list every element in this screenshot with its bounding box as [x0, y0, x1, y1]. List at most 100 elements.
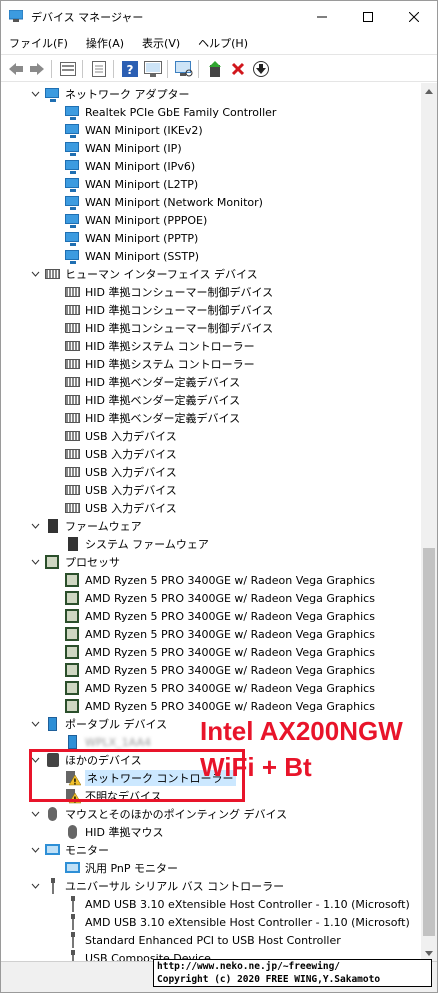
device-item[interactable]: HID 準拠ベンダー定義デバイス	[65, 391, 240, 409]
hid-icon	[65, 302, 81, 318]
toolbar-separator	[51, 60, 52, 78]
device-item[interactable]: HID 準拠システム コントローラー	[65, 355, 255, 373]
chevron-down-icon[interactable]	[29, 844, 41, 856]
chevron-down-icon[interactable]	[29, 556, 41, 568]
device-item[interactable]: システム ファームウェア	[65, 535, 209, 553]
maximize-button[interactable]	[345, 1, 391, 32]
download-button[interactable]	[252, 60, 270, 78]
device-label: AMD USB 3.10 eXtensible Host Controller …	[85, 915, 410, 929]
category-network-adapters[interactable]: ネットワーク アダプター	[29, 85, 190, 103]
show-hidden-button[interactable]	[144, 60, 162, 78]
menu-action[interactable]: 操作(A)	[86, 35, 124, 51]
category-human-interface-devices[interactable]: ヒューマン インターフェイス デバイス	[29, 265, 258, 283]
scan-hardware-button[interactable]	[175, 60, 193, 78]
category-label: ネットワーク アダプター	[65, 88, 190, 101]
device-item[interactable]: Standard Enhanced PCI to USB Host Contro…	[65, 931, 341, 949]
device-item[interactable]: WAN Miniport (L2TP)	[65, 175, 198, 193]
category-usb-controllers[interactable]: ユニバーサル シリアル バス コントローラー	[29, 877, 284, 895]
network-adapter-icon	[65, 140, 81, 156]
device-item[interactable]: AMD Ryzen 5 PRO 3400GE w/ Radeon Vega Gr…	[65, 679, 375, 697]
vertical-scrollbar[interactable]	[421, 83, 437, 961]
device-item[interactable]: HID 準拠コンシューマー制御デバイス	[65, 283, 273, 301]
device-item[interactable]: WAN Miniport (Network Monitor)	[65, 193, 263, 211]
back-button[interactable]	[7, 60, 25, 78]
device-item[interactable]: HID 準拠コンシューマー制御デバイス	[65, 301, 273, 319]
category-monitors[interactable]: モニター	[29, 841, 109, 859]
device-item[interactable]: 汎用 PnP モニター	[65, 859, 178, 877]
category-processor[interactable]: プロセッサ	[29, 553, 120, 571]
device-item[interactable]: USB 入力デバイス	[65, 427, 177, 445]
mouse-icon	[65, 824, 81, 840]
device-label: WAN Miniport (Network Monitor)	[85, 195, 263, 209]
device-item[interactable]: HID 準拠コンシューマー制御デバイス	[65, 319, 273, 337]
device-label: WAN Miniport (IKEv2)	[85, 123, 203, 137]
hid-icon	[45, 266, 61, 282]
update-view-button[interactable]	[90, 60, 108, 78]
device-item[interactable]: AMD Ryzen 5 PRO 3400GE w/ Radeon Vega Gr…	[65, 607, 375, 625]
toolbar-separator	[82, 60, 83, 78]
device-item[interactable]: WAN Miniport (IP)	[65, 139, 182, 157]
properties-icon	[60, 62, 76, 76]
properties-button[interactable]	[59, 60, 77, 78]
category-label: ヒューマン インターフェイス デバイス	[65, 268, 258, 281]
device-item[interactable]: WAN Miniport (PPTP)	[65, 229, 198, 247]
device-item[interactable]: AMD Ryzen 5 PRO 3400GE w/ Radeon Vega Gr…	[65, 589, 375, 607]
chevron-down-icon[interactable]	[29, 808, 41, 820]
category-label: マウスとそのほかのポインティング デバイス	[65, 808, 288, 821]
forward-button[interactable]	[28, 60, 46, 78]
scroll-up-button[interactable]	[421, 83, 437, 99]
device-item[interactable]: Realtek PCIe GbE Family Controller	[65, 103, 276, 121]
device-tree: ネットワーク アダプター Realtek PCIe GbE Family Con…	[1, 83, 421, 961]
minimize-button[interactable]	[299, 1, 345, 32]
help-button[interactable]: ?	[121, 60, 139, 78]
device-item[interactable]: HID 準拠マウス	[65, 823, 163, 841]
minimize-icon	[317, 16, 327, 17]
hid-icon	[65, 338, 81, 354]
hid-icon	[65, 374, 81, 390]
device-label: USB 入力デバイス	[85, 484, 177, 497]
chevron-down-icon[interactable]	[29, 880, 41, 892]
category-label: プロセッサ	[65, 556, 120, 569]
processor-icon	[65, 698, 81, 714]
device-item[interactable]: HID 準拠ベンダー定義デバイス	[65, 373, 240, 391]
usb-icon	[65, 932, 81, 948]
hid-icon	[65, 392, 81, 408]
chevron-down-icon[interactable]	[29, 718, 41, 730]
device-item[interactable]: AMD USB 3.10 eXtensible Host Controller …	[65, 913, 410, 931]
menu-file[interactable]: ファイル(F)	[9, 35, 68, 51]
device-item[interactable]: AMD Ryzen 5 PRO 3400GE w/ Radeon Vega Gr…	[65, 571, 375, 589]
device-item[interactable]: AMD USB 3.10 eXtensible Host Controller …	[65, 895, 410, 913]
category-firmware[interactable]: ファームウェア	[29, 517, 142, 535]
toolbar: ?	[1, 54, 437, 82]
category-mice[interactable]: マウスとそのほかのポインティング デバイス	[29, 805, 287, 823]
device-item[interactable]: AMD Ryzen 5 PRO 3400GE w/ Radeon Vega Gr…	[65, 643, 375, 661]
device-item[interactable]: WAN Miniport (SSTP)	[65, 247, 199, 265]
scrollbar-thumb[interactable]	[423, 548, 435, 936]
device-item[interactable]: AMD Ryzen 5 PRO 3400GE w/ Radeon Vega Gr…	[65, 625, 375, 643]
menu-view[interactable]: 表示(V)	[142, 35, 180, 51]
category-portable-devices[interactable]: ポータブル デバイス	[29, 715, 167, 733]
device-label: AMD Ryzen 5 PRO 3400GE w/ Radeon Vega Gr…	[85, 645, 375, 659]
device-item[interactable]: WAN Miniport (IPv6)	[65, 157, 195, 175]
uninstall-button[interactable]	[229, 60, 247, 78]
device-item[interactable]: AMD Ryzen 5 PRO 3400GE w/ Radeon Vega Gr…	[65, 697, 375, 715]
uninstall-icon	[231, 62, 245, 76]
menu-help[interactable]: ヘルプ(H)	[198, 35, 248, 51]
device-item[interactable]: HID 準拠ベンダー定義デバイス	[65, 409, 240, 427]
update-driver-button[interactable]	[206, 60, 224, 78]
chevron-down-icon[interactable]	[29, 268, 41, 280]
chevron-down-icon[interactable]	[29, 88, 41, 100]
device-item[interactable]: USB 入力デバイス	[65, 445, 177, 463]
device-item[interactable]: AMD Ryzen 5 PRO 3400GE w/ Radeon Vega Gr…	[65, 661, 375, 679]
device-label: WAN Miniport (PPPOE)	[85, 213, 208, 227]
device-item[interactable]: WAN Miniport (PPPOE)	[65, 211, 207, 229]
device-item[interactable]: WAN Miniport (IKEv2)	[65, 121, 203, 139]
device-label: HID 準拠マウス	[85, 826, 164, 839]
device-item[interactable]: USB 入力デバイス	[65, 499, 177, 517]
chevron-down-icon[interactable]	[29, 520, 41, 532]
device-item[interactable]: USB 入力デバイス	[65, 463, 177, 481]
device-item[interactable]: USB 入力デバイス	[65, 481, 177, 499]
close-button[interactable]	[391, 1, 437, 32]
device-item[interactable]: HID 準拠システム コントローラー	[65, 337, 255, 355]
device-label: USB 入力デバイス	[85, 466, 177, 479]
